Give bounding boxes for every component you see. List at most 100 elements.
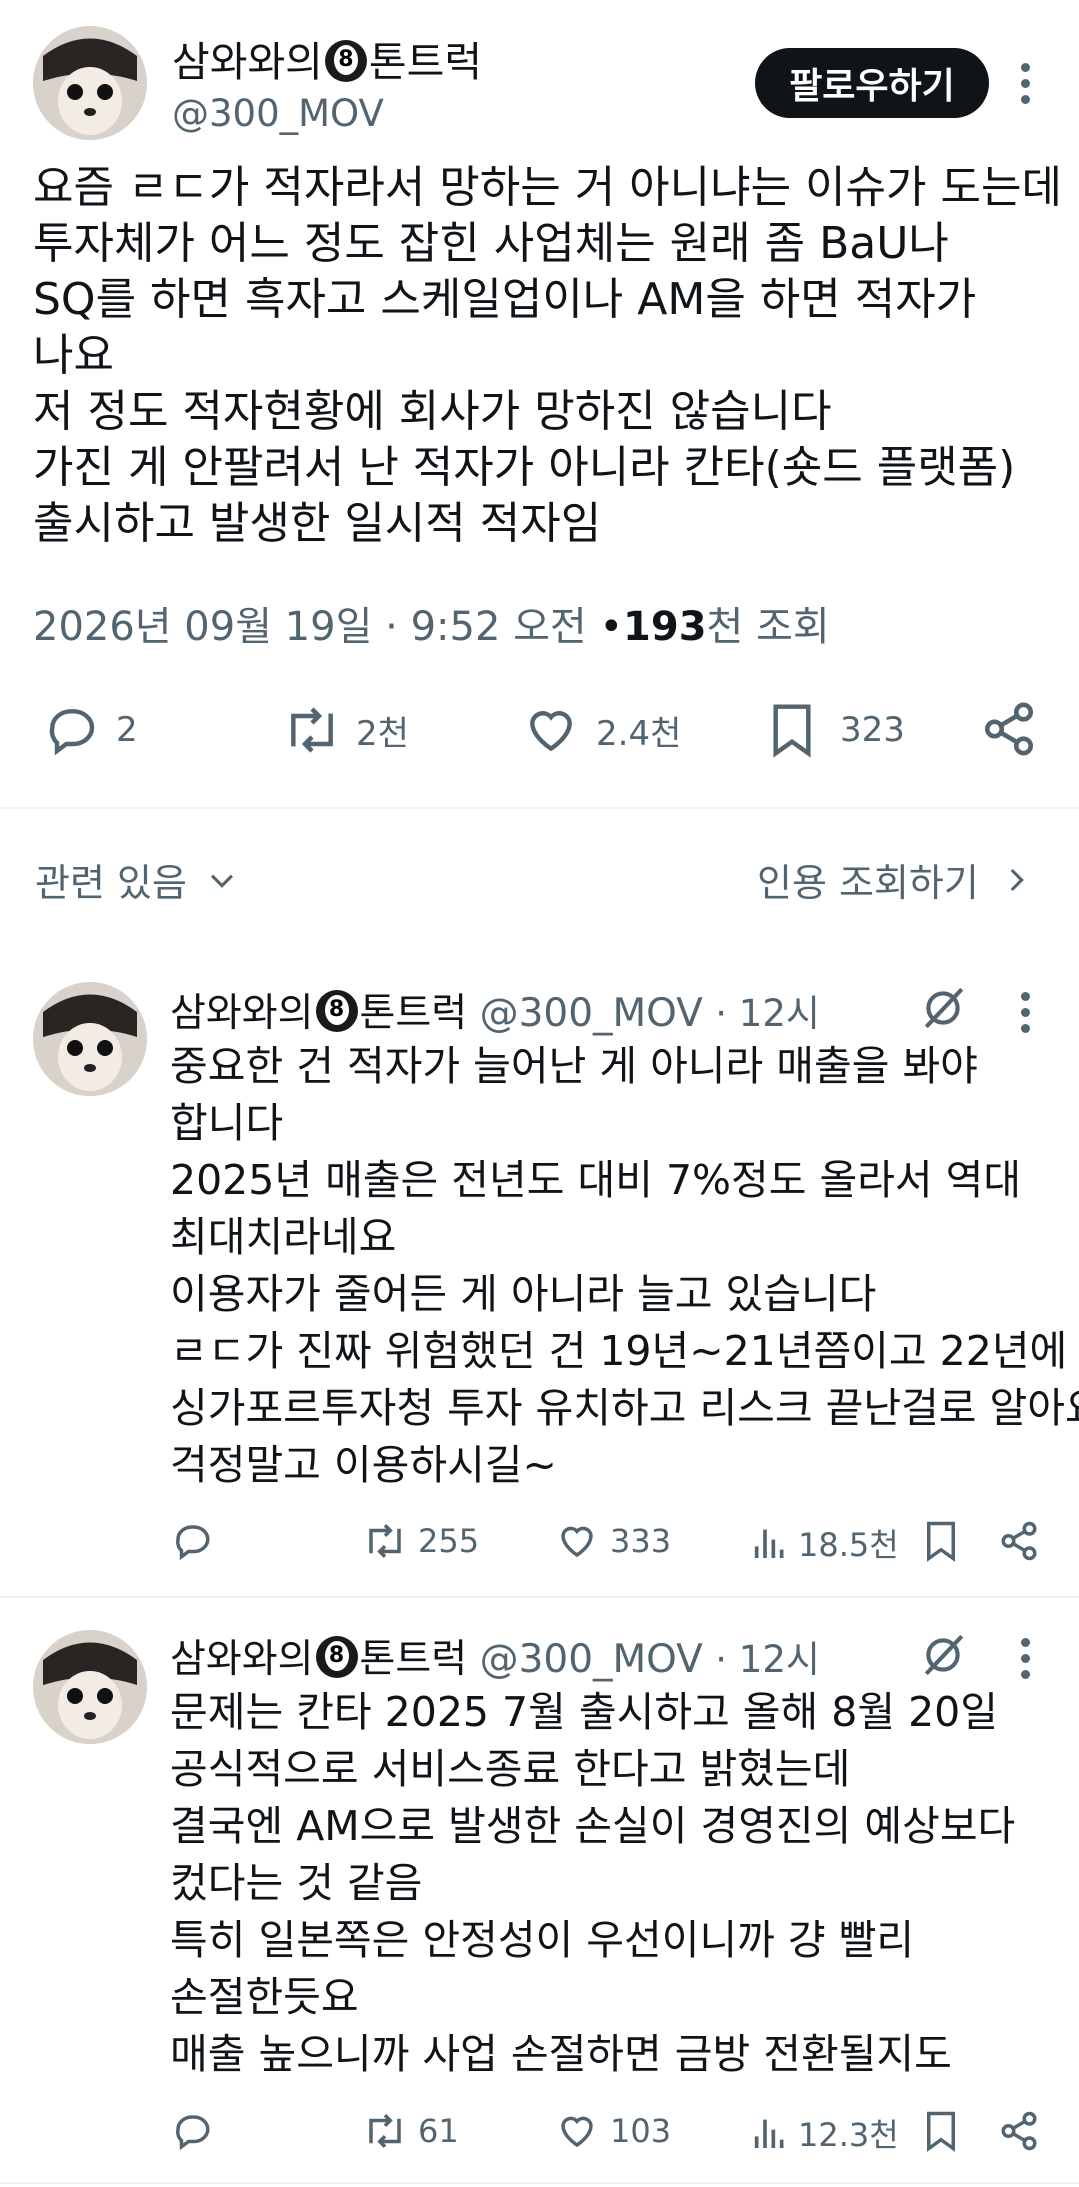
relevance-dropdown[interactable]: 관련 있음	[35, 852, 239, 907]
more-options-icon[interactable]	[1019, 63, 1031, 111]
analytics-icon	[754, 1529, 784, 1558]
reply-icon	[49, 709, 95, 756]
author-name[interactable]: 삼와와의 톤트럭	[172, 28, 482, 88]
bookmark-button[interactable]: 323	[766, 700, 905, 760]
eight-ball-icon	[324, 40, 367, 82]
repost-icon	[291, 707, 333, 753]
repost-count: 2천	[356, 713, 409, 754]
views-button[interactable]: 12.3천	[750, 2110, 899, 2156]
heart-icon	[561, 1526, 593, 1558]
post-metadata: 2026년 09월 19일 · 9:52 오전 •193천 조회	[33, 594, 830, 652]
repost-button[interactable]: 61	[360, 2110, 459, 2152]
bookmark-count: 323	[840, 710, 905, 750]
post-line: 나요	[33, 330, 114, 381]
author-name-suffix: 톤트럭	[368, 38, 483, 86]
post-line: 가진 게 안팔려서 난 적자가 아니라 칸타(숏드 플랫폼)	[33, 442, 1016, 493]
reply-line: 최대치라네요	[170, 1213, 397, 1261]
reply-handle[interactable]: @300_MOV	[480, 991, 703, 1036]
repost-icon	[369, 1524, 401, 1558]
reply-avatar[interactable]	[33, 982, 147, 1096]
reply-line: 공식적으로 서비스종료 한다고 밝혔는데	[170, 1745, 851, 1793]
chevron-down-icon	[210, 874, 233, 888]
reply-header: 삼와와의 톤트럭 @300_MOV · 12시	[170, 1628, 820, 1684]
views-count: 193	[623, 604, 707, 650]
repost-count: 255	[418, 1522, 480, 1560]
reply-text: 중요한 건 적자가 늘어난 게 아니라 매출을 봐야 합니다 2025년 매출은…	[170, 1038, 1079, 1494]
divider	[0, 807, 1079, 809]
more-options-icon[interactable]	[1019, 1638, 1031, 1686]
chevron-right-icon	[1010, 868, 1024, 891]
reply-author-name[interactable]: 삼와와의	[170, 1637, 314, 1682]
repost-icon	[369, 2114, 401, 2148]
views-count: 12.3천	[798, 2116, 899, 2154]
like-button[interactable]: 2.4천	[520, 700, 681, 760]
reply-icon	[175, 1525, 210, 1561]
share-icon[interactable]	[998, 2110, 1040, 2152]
reply-author-suffix[interactable]: 톤트럭	[360, 1637, 468, 1682]
reply-line: 중요한 건 적자가 늘어난 게 아니라 매출을 봐야	[170, 1042, 978, 1090]
reply-time[interactable]: · 12시	[715, 1638, 820, 1681]
divider	[0, 2182, 1079, 2184]
reply-header: 삼와와의 톤트럭 @300_MOV · 12시	[170, 982, 820, 1038]
like-count: 2.4천	[596, 713, 682, 754]
reply-line: 매출 높으니까 사업 손절하면 금방 전환될지도	[170, 2030, 952, 2078]
post-text: 요즘 ㄹㄷ가 적자라서 망하는 거 아니냐는 이슈가 도는데 투자체가 어느 정…	[33, 160, 1062, 552]
post-line: 요즘 ㄹㄷ가 적자라서 망하는 거 아니냐는 이슈가 도는데	[33, 162, 1062, 213]
reply-line: 결국엔 AM으로 발생한 손실이 경영진의 예상보다	[170, 1802, 1016, 1850]
share-icon[interactable]	[980, 700, 1038, 758]
reply-line: 싱가포르투자청 투자 유치하고 리스크 끝난걸로 알아요	[170, 1384, 1079, 1432]
reply-line: 합니다	[170, 1099, 284, 1147]
relevance-label: 관련 있음	[35, 861, 187, 905]
reply-line: 컸다는 것 같음	[170, 1859, 423, 1907]
more-options-icon[interactable]	[1019, 992, 1031, 1040]
views-count: 18.5천	[798, 1526, 899, 1564]
bookmark-icon[interactable]	[923, 1520, 959, 1562]
post-line: SQ를 하면 흑자고 스케일업이나 AM을 하면 적자가	[33, 274, 977, 325]
reply-line: 걱정말고 이용하시길~	[170, 1441, 557, 1489]
reply-avatar[interactable]	[33, 1630, 147, 1744]
post-line: 투자체가 어느 정도 잡힌 사업체는 원래 좀 BaU나	[33, 218, 949, 269]
reply-handle[interactable]: @300_MOV	[480, 1637, 703, 1682]
reply-author-suffix[interactable]: 톤트럭	[360, 991, 468, 1036]
reply-author-name[interactable]: 삼와와의	[170, 991, 314, 1036]
reply-icon	[175, 2115, 210, 2151]
follow-button-label: 팔로우하기	[789, 66, 955, 107]
bookmark-icon	[773, 704, 811, 758]
heart-icon	[530, 711, 572, 752]
like-count: 333	[610, 1522, 672, 1560]
post-date[interactable]: 2026년 09월 19일 · 9:52 오전	[33, 604, 587, 650]
meta-bullet: •	[599, 604, 624, 650]
divider	[0, 1596, 1079, 1598]
views-button[interactable]: 18.5천	[750, 1520, 899, 1566]
view-quotes-label: 인용 조회하기	[757, 861, 979, 905]
reply-time[interactable]: · 12시	[715, 992, 820, 1035]
heart-icon	[561, 2116, 593, 2148]
share-icon[interactable]	[998, 1520, 1040, 1562]
grok-icon[interactable]	[918, 983, 968, 1033]
like-button[interactable]: 103	[554, 2110, 671, 2152]
view-quotes-link[interactable]: 인용 조회하기	[757, 852, 1033, 907]
author-handle[interactable]: @300_MOV	[172, 92, 384, 135]
grok-icon[interactable]	[918, 1630, 968, 1680]
reply-line: 이용자가 줄어든 게 아니라 늘고 있습니다	[170, 1270, 877, 1318]
reply-button[interactable]: 2	[42, 700, 138, 760]
bookmark-icon[interactable]	[923, 2110, 959, 2152]
like-count: 103	[610, 2112, 672, 2150]
repost-button[interactable]: 2천	[278, 700, 409, 760]
author-avatar[interactable]	[33, 26, 147, 140]
repost-button[interactable]: 255	[360, 1520, 479, 1562]
analytics-icon	[754, 2119, 784, 2148]
like-button[interactable]: 333	[554, 1520, 671, 1562]
author-name-text: 삼와와의	[172, 38, 323, 86]
reply-button[interactable]	[170, 1520, 214, 1562]
reply-button[interactable]	[170, 2110, 214, 2152]
post-line: 출시하고 발생한 일시적 적자임	[33, 498, 602, 549]
reply-line: ㄹㄷ가 진짜 위험했던 건 19년~21년쯤이고 22년에	[170, 1327, 1068, 1375]
post-line: 저 정도 적자현황에 회사가 망하진 않습니다	[33, 386, 832, 437]
reply-line: 문제는 칸타 2025 7월 출시하고 올해 8월 20일	[170, 1688, 998, 1736]
repost-count: 61	[418, 2112, 459, 2150]
reply-text: 문제는 칸타 2025 7월 출시하고 올해 8월 20일 공식적으로 서비스종…	[170, 1684, 1015, 2083]
follow-button[interactable]: 팔로우하기	[755, 48, 989, 118]
reply-count: 2	[116, 710, 138, 750]
reply-line: 2025년 매출은 전년도 대비 7%정도 올라서 역대	[170, 1156, 1022, 1204]
